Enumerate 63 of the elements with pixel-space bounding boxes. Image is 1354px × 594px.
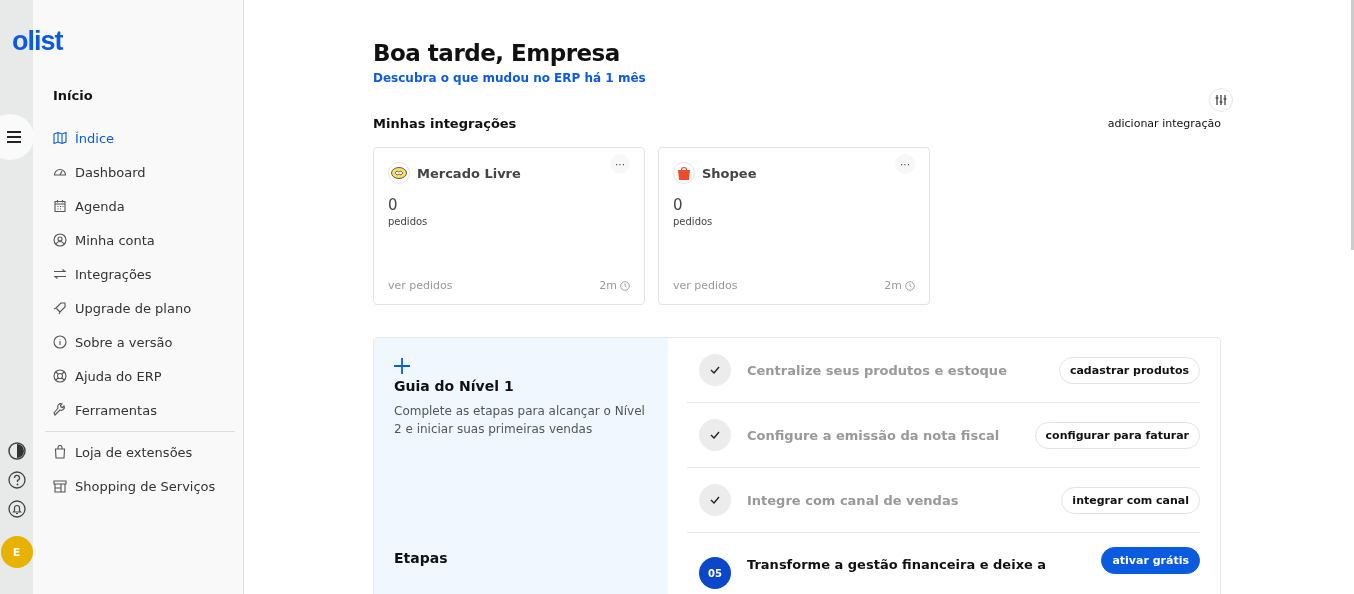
check-icon	[699, 354, 731, 386]
sidebar-item[interactable]: Índice	[53, 121, 231, 155]
sidebar-item[interactable]: Loja de extensões	[53, 435, 231, 469]
time-label: 2m	[599, 279, 617, 292]
more-button[interactable]: ···	[895, 154, 915, 174]
section-title: Início	[53, 88, 94, 103]
guide-title: Guia do Nível 1	[394, 378, 515, 394]
store-icon	[53, 479, 67, 493]
menu-icon	[6, 130, 22, 144]
guide-description: Complete as etapas para alcançar o Nível 2 e iniciar suas primeiras vendas	[394, 403, 646, 438]
shopping-bag-logo-icon	[677, 165, 691, 181]
check-icon	[699, 419, 731, 451]
integration-card[interactable]: Mercado Livre ··· 0 pedidos ver pedidos 2m	[373, 147, 645, 305]
order-count: 0	[388, 196, 399, 214]
order-label: pedidos	[388, 216, 429, 227]
swap-icon	[53, 267, 67, 281]
clock-icon	[620, 280, 630, 291]
sidebar-item[interactable]: Shopping de Serviços	[53, 469, 231, 503]
step-text: Transforme a gestão financeira e deixe a	[747, 557, 1048, 572]
sidebar-item[interactable]: Ajuda do ERP	[53, 359, 231, 393]
help-icon	[53, 369, 67, 383]
sidebar-item[interactable]: Sobre a versão	[53, 325, 231, 359]
step-text: Configure a emissão da nota fiscal	[747, 427, 1001, 443]
info-icon	[53, 335, 67, 349]
wrench-icon	[53, 403, 67, 417]
order-count: 0	[673, 196, 684, 214]
bell-icon[interactable]	[6, 499, 27, 519]
integration-card[interactable]: Shopee ··· 0 pedidos ver pedidos 2m	[658, 147, 930, 305]
bag-icon	[53, 445, 67, 459]
step-action-button[interactable]: cadastrar produtos	[1058, 356, 1200, 384]
calendar-icon	[53, 199, 67, 213]
time-label: 2m	[884, 279, 902, 292]
sidebar-item[interactable]: Agenda	[53, 189, 231, 223]
step-action-button[interactable]: integrar com canal	[1061, 486, 1200, 514]
more-button[interactable]: ···	[610, 154, 630, 174]
sidebar-item[interactable]: Dashboard	[53, 155, 231, 189]
steps-title: Etapas	[394, 550, 449, 566]
check-icon	[699, 484, 731, 516]
section-title: Minhas integrações	[373, 116, 517, 131]
step-text: Centralize seus produtos e estoque	[747, 362, 1008, 378]
sliders-icon	[1215, 94, 1227, 106]
olist-logo[interactable]: olist	[12, 26, 63, 57]
add-integration-link[interactable]: adicionar integração	[1107, 117, 1221, 130]
filter-button[interactable]	[1209, 88, 1233, 112]
map-icon	[53, 131, 67, 145]
sidebar-item[interactable]: Ferramentas	[53, 393, 231, 427]
integration-name: Mercado Livre	[417, 165, 522, 181]
step-number: 05	[699, 557, 731, 589]
greeting-title: Boa tarde, Empresa	[373, 40, 621, 66]
sidebar-item[interactable]: Minha conta	[53, 223, 231, 257]
sidebar-item[interactable]: Integrações	[53, 257, 231, 291]
sidebar-item[interactable]: Upgrade de plano	[53, 291, 231, 325]
order-label: pedidos	[673, 216, 714, 227]
help-icon[interactable]	[6, 470, 27, 490]
user-icon	[53, 233, 67, 247]
step-action-button[interactable]: configurar para faturar	[1034, 421, 1200, 449]
integration-name: Shopee	[702, 165, 758, 181]
news-link[interactable]: Descubra o que mudou no ERP há 1 mês	[373, 71, 646, 85]
contrast-icon[interactable]	[6, 441, 27, 461]
menu-button[interactable]	[0, 114, 34, 160]
step-action-button[interactable]: ativar grátis	[1101, 547, 1200, 574]
step-text: Integre com canal de vendas	[747, 492, 960, 508]
clock-icon	[905, 280, 915, 291]
